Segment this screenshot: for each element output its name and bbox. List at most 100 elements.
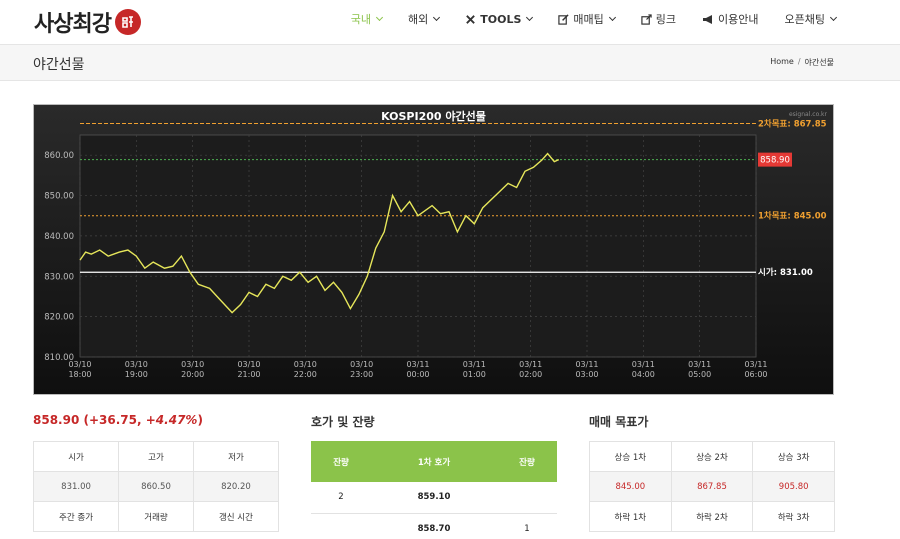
x-tick-label-time: 23:00 [350, 370, 373, 379]
x-tick-label-time: 04:00 [632, 370, 655, 379]
nav-label: 오픈채팅 [784, 13, 825, 26]
x-tick-label-date: 03/11 [575, 360, 598, 369]
nav-item-links[interactable]: 링크 [641, 11, 676, 27]
y-tick-label: 860.00 [44, 151, 74, 161]
x-tick-label-time: 06:00 [744, 370, 767, 379]
breadcrumb-separator: / [797, 57, 801, 66]
x-tick-label-date: 03/11 [688, 360, 711, 369]
chevron-down-icon [608, 13, 616, 22]
x-tick-label-date: 03/11 [744, 360, 767, 369]
header-down-2: 하락 2차 [670, 501, 754, 532]
x-tick-label-date: 03/10 [181, 360, 204, 369]
x-tick-label-time: 03:00 [575, 370, 598, 379]
orderbook-header: 1차 호가 [371, 441, 497, 482]
price-chart: 810.00 820.00 830.00 840.00 850.00 860.00 03/1… [33, 104, 834, 395]
nav-item-tools[interactable]: TOOLS [465, 12, 534, 26]
targets-table: 상승 1차 상승 2차 상승 3차 845.00 867.85 905.80 하… [589, 441, 835, 532]
logo[interactable]: 사상최강 [34, 6, 141, 38]
x-tick-label-date: 03/11 [406, 360, 429, 369]
y-tick-label: 830.00 [44, 272, 74, 282]
reference-line-label: 2차목표: 867.85 [758, 118, 827, 129]
nav-item-guide[interactable]: 이용안내 [702, 11, 759, 27]
edit-icon [558, 13, 570, 25]
bid-volume [496, 482, 557, 514]
chart-watermark: esignal.co.kr [789, 111, 828, 118]
header-open: 시가 [32, 441, 120, 472]
header-up-2: 상승 2차 [670, 441, 754, 472]
header-down-1: 하락 1차 [589, 501, 672, 532]
header-down-3: 하락 3차 [752, 501, 835, 532]
x-tick-label-date: 03/10 [68, 360, 91, 369]
x-tick-label-date: 03/11 [463, 360, 486, 369]
current-price: 858.90 (+36.75, +4.47%) [33, 413, 203, 427]
table-row: 858.70 1 [311, 513, 557, 539]
nav-item-overseas[interactable]: 해외 [408, 11, 441, 27]
price-badge-label: 858.90 [760, 156, 790, 166]
quote-price: 859.10 [371, 482, 497, 514]
header-up-1: 상승 1차 [589, 441, 672, 472]
x-tick-label-time: 00:00 [406, 370, 429, 379]
value-up-2: 867.85 [670, 471, 754, 502]
external-link-icon [641, 13, 652, 25]
logo-seal-icon [114, 9, 141, 35]
chevron-down-icon [433, 13, 441, 22]
price-value: 858.90 [33, 413, 80, 427]
x-tick-label-time: 18:00 [68, 370, 91, 379]
x-tick-label-time: 22:00 [294, 370, 317, 379]
chart-svg: 810.00820.00830.00840.00850.00860.0003/1… [34, 105, 833, 394]
orderbook-title: 호가 및 잔량 [311, 415, 375, 429]
x-tick-label-date: 03/10 [294, 360, 317, 369]
logo-text: 사상최강 [34, 12, 112, 37]
x-tick-label-time: 20:00 [181, 370, 204, 379]
nav-label: 이용안내 [718, 13, 759, 26]
nav-label: 국내 [350, 13, 372, 26]
nav-label: 매매팁 [573, 13, 604, 26]
chevron-down-icon [526, 13, 534, 22]
targets-title: 매매 목표가 [589, 415, 649, 429]
x-tick-label-time: 05:00 [688, 370, 711, 379]
x-tick-label-date: 03/10 [125, 360, 148, 369]
orderbook-header: 잔량 [311, 441, 372, 482]
x-tick-label-time: 19:00 [125, 370, 148, 379]
x-tick-label-date: 03/10 [350, 360, 373, 369]
breadcrumb: Home / 야간선물 [770, 57, 834, 68]
nav-label: 해외 [408, 13, 429, 26]
x-tick-label-date: 03/11 [519, 360, 542, 369]
tools-icon [466, 14, 476, 24]
nav-item-trading-tips[interactable]: 매매팁 [558, 11, 616, 27]
x-tick-label-time: 02:00 [519, 370, 542, 379]
value-open: 831.00 [32, 471, 120, 502]
nav-label: TOOLS [480, 12, 522, 26]
x-tick-label-date: 03/11 [632, 360, 655, 369]
chart-title: KOSPI200 야간선물 [381, 109, 486, 123]
quote-price: 858.70 [371, 513, 497, 539]
orderbook-table: 잔량 1차 호가 잔량 2 859.10 858.70 1 [311, 441, 557, 539]
value-low: 820.20 [192, 471, 280, 502]
header-up-3: 상승 3차 [752, 441, 835, 472]
nav-label: 링크 [655, 13, 677, 26]
header-high: 고가 [118, 441, 194, 472]
main-nav: 국내 해외 TOOLS 매매팁 링크 이용안내 오픈채팅 [325, 0, 838, 38]
x-tick-label-time: 01:00 [463, 370, 486, 379]
site-header: 사상최강 국내 해외 TOOLS 매매팁 링크 이용안내 오픈채팅 [0, 0, 900, 44]
orderbook-header: 잔량 [496, 441, 557, 482]
quote-table: 시가 고가 저가 831.00 860.50 820.20 주간 종가 거래량 … [32, 441, 280, 532]
nav-item-domestic[interactable]: 국내 [350, 11, 384, 27]
reference-line-label: 1차목표: 845.00 [758, 211, 827, 222]
header-update-time: 갱신 시간 [192, 501, 280, 532]
chevron-down-icon [375, 13, 384, 22]
y-tick-label: 840.00 [44, 232, 74, 242]
y-tick-label: 850.00 [44, 192, 74, 202]
x-tick-label-time: 21:00 [237, 370, 260, 379]
x-tick-label-date: 03/10 [237, 360, 260, 369]
nav-item-open-chat[interactable]: 오픈채팅 [784, 11, 838, 27]
value-up-3: 905.80 [752, 471, 835, 502]
value-up-1: 845.00 [589, 471, 672, 502]
header-volume: 거래량 [118, 501, 194, 532]
bid-volume: 1 [496, 513, 557, 539]
price-change: +36.75, [88, 413, 142, 427]
header-low: 저가 [192, 441, 280, 472]
price-change-pct: +4.47% [145, 413, 198, 427]
y-tick-label: 820.00 [44, 313, 74, 323]
breadcrumb-home-link[interactable]: Home [770, 57, 794, 68]
